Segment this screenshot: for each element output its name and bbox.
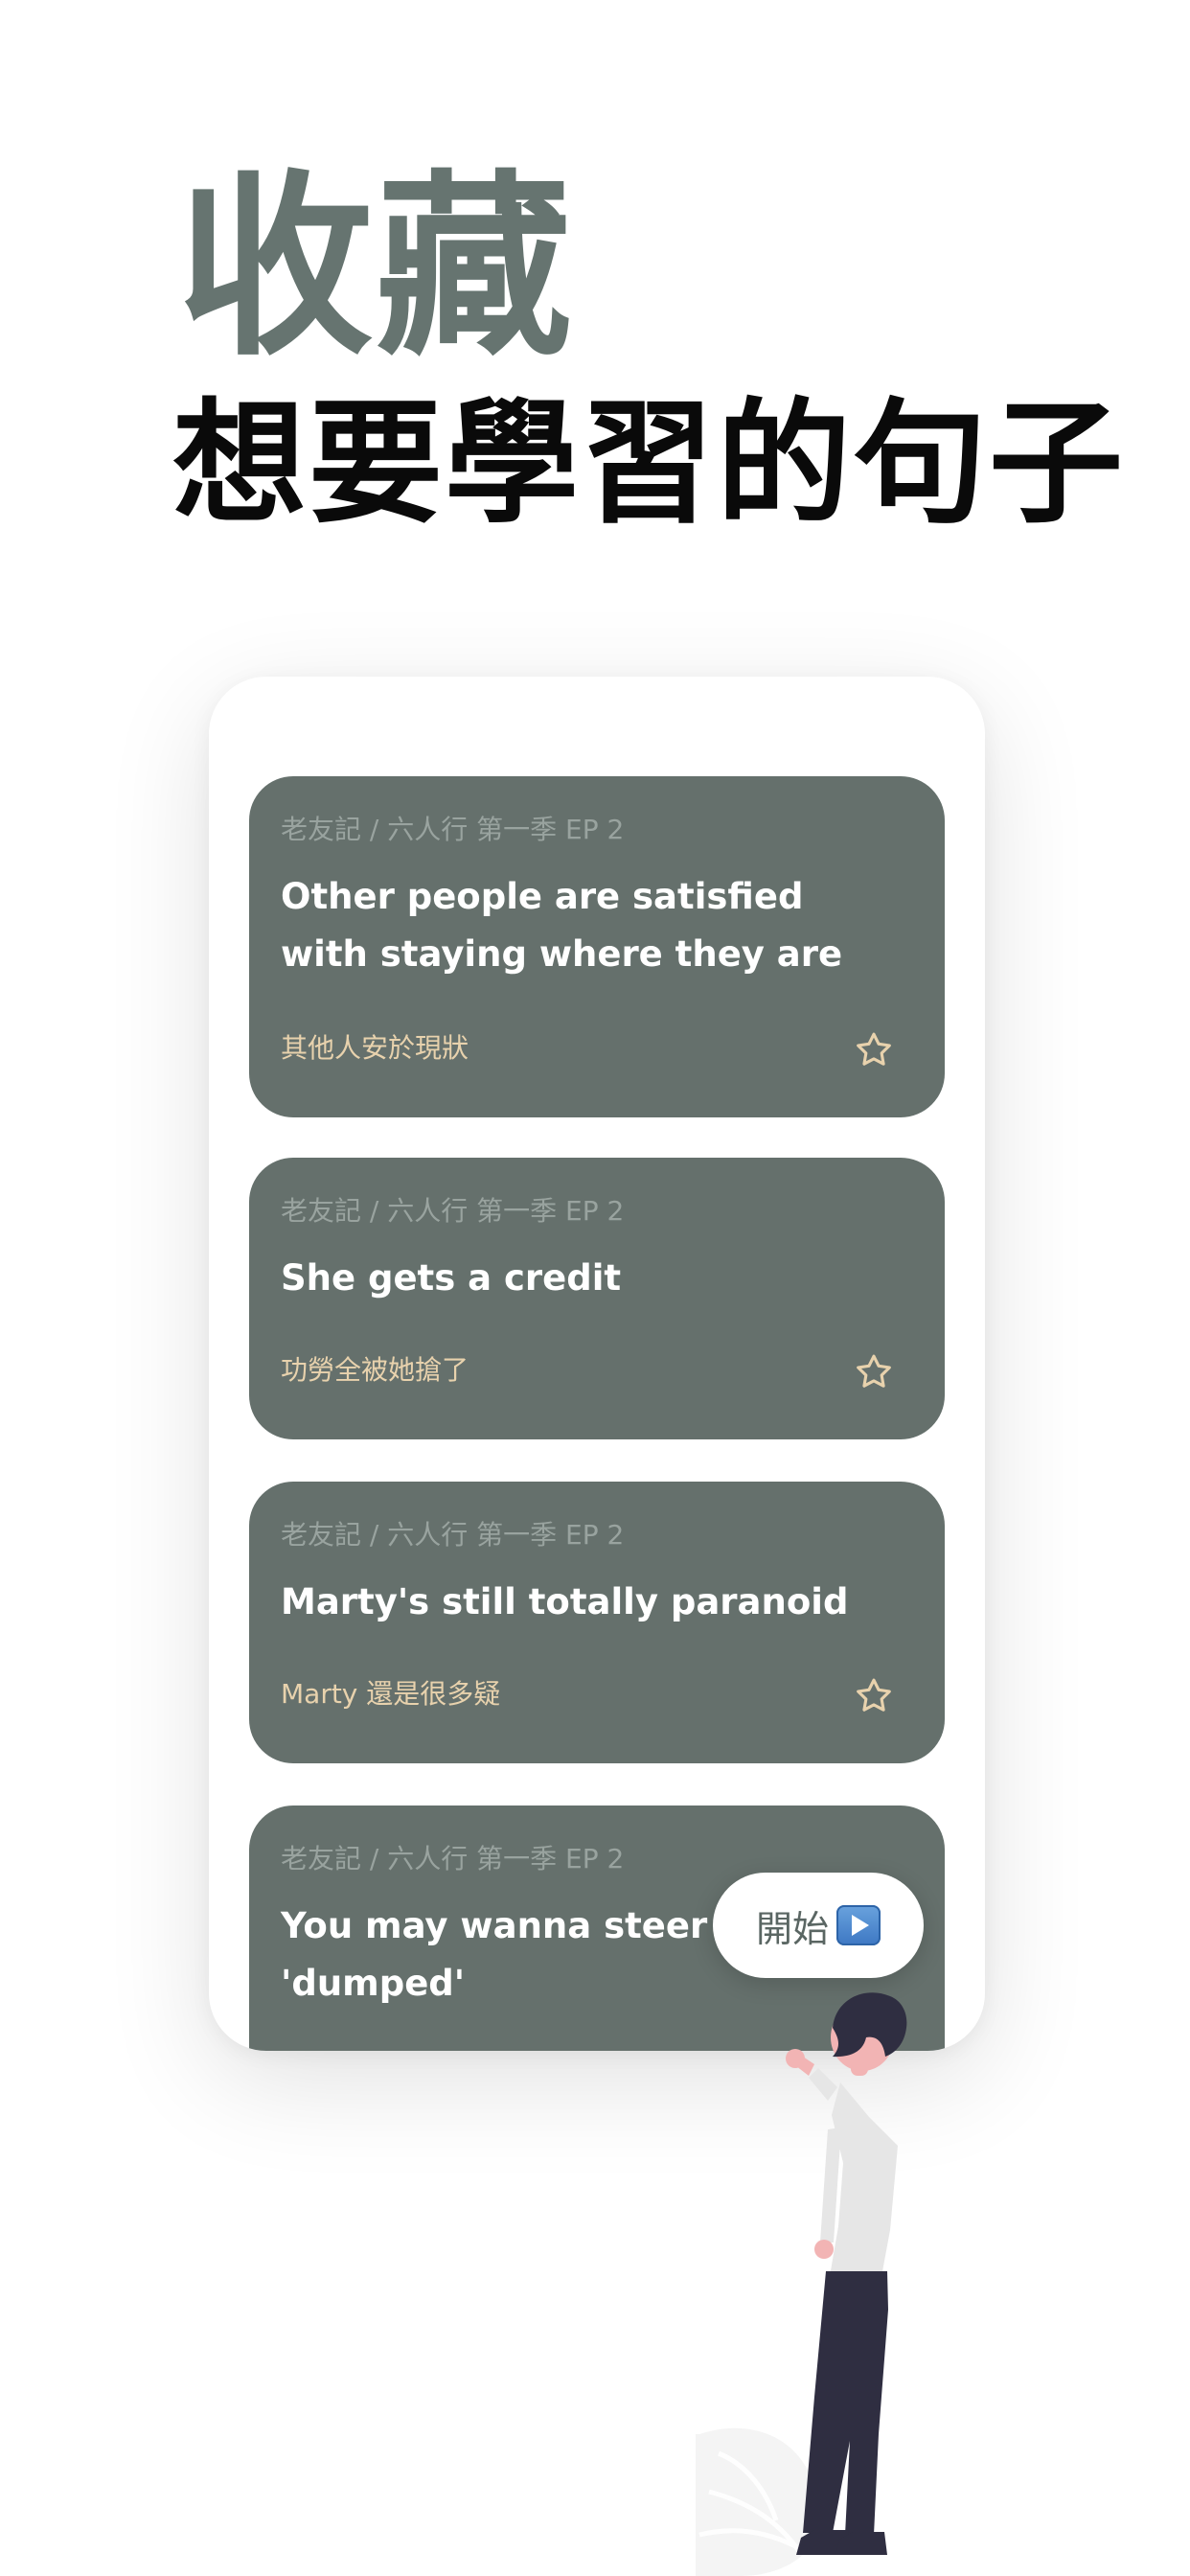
saved-sentences-panel: 老友記 / 六人行 第一季 EP 2 Other people are sati… [209, 677, 985, 2051]
start-button[interactable]: 開始 [713, 1873, 924, 1978]
sentence-english: She gets a credit [281, 1257, 622, 1299]
sentence-source: 老友記 / 六人行 第一季 EP 2 [281, 1843, 625, 1874]
sentence-english: Marty's still totally paranoid [281, 1581, 849, 1622]
start-button-label: 開始 [755, 1907, 829, 1950]
star-icon[interactable] [853, 1351, 895, 1393]
sentence-source: 老友記 / 六人行 第一季 EP 2 [281, 814, 625, 845]
sentence-translation: Marty 還是很多疑 [281, 1678, 501, 1710]
sentence-card[interactable]: 老友記 / 六人行 第一季 EP 2 Marty's still totally… [249, 1482, 945, 1763]
play-button-icon [836, 1905, 881, 1945]
page-title: 收藏 [177, 154, 574, 382]
sentence-source: 老友記 / 六人行 第一季 EP 2 [281, 1195, 625, 1227]
sentence-card[interactable]: 老友記 / 六人行 第一季 EP 2 Other people are sati… [249, 776, 945, 1117]
sentence-source: 老友記 / 六人行 第一季 EP 2 [281, 1519, 625, 1551]
star-icon[interactable] [853, 1029, 895, 1071]
page-subtitle: 想要學習的句子 [172, 386, 1126, 542]
sentence-english: Other people are satisfied with staying … [281, 876, 843, 975]
star-icon[interactable] [853, 1675, 895, 1717]
sentence-translation: 其他人安於現狀 [281, 1032, 469, 1064]
sentence-card[interactable]: 老友記 / 六人行 第一季 EP 2 She gets a credit 功勞全… [249, 1158, 945, 1439]
sentence-translation: 功勞全被她搶了 [281, 1354, 469, 1386]
person-illustration [696, 1992, 907, 2576]
